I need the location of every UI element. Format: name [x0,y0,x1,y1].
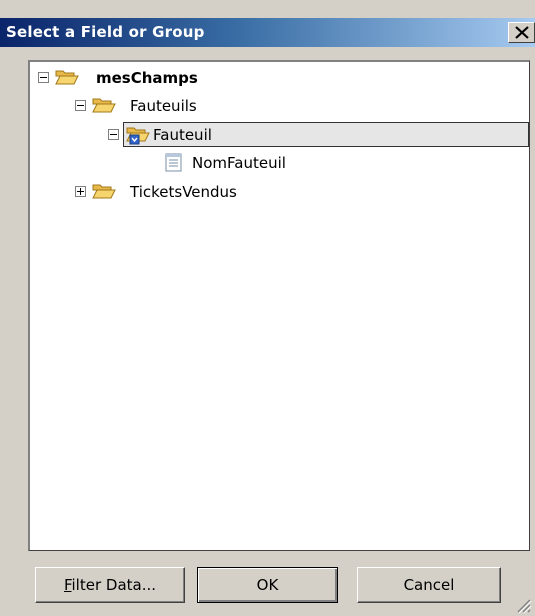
resize-grip-icon[interactable] [510,594,532,614]
tree-label: NomFauteuil [192,154,286,172]
cancel-button[interactable]: Cancel [357,567,501,603]
title-bar: Select a Field or Group [0,18,535,47]
tree-label: Fauteuil [153,126,212,144]
filter-data-button[interactable]: Filter Data... [35,567,185,603]
folder-open-icon [55,70,79,85]
ok-label: OK [256,576,279,594]
cancel-label: Cancel [403,576,455,594]
folder-open-icon [92,184,116,199]
tree-node-meschamps[interactable]: mesChamps [38,66,238,90]
tree-node-fauteuil[interactable]: Fauteuil [108,123,308,147]
filter-data-label: ilter Data... [71,576,157,594]
collapse-toggle-icon[interactable] [108,129,119,140]
close-button[interactable] [508,22,535,43]
repeating-group-icon [126,127,150,145]
filter-data-accesskey: F [63,576,72,594]
tree-label: TicketsVendus [130,183,237,201]
tree-node-ticketsvendus[interactable]: TicketsVendus [75,180,295,204]
collapse-toggle-icon[interactable] [75,100,86,111]
tree-node-fauteuils[interactable]: Fauteuils [75,94,275,118]
tree-label: Fauteuils [130,97,197,115]
folder-open-icon [92,98,116,113]
tree-label: mesChamps [96,69,198,87]
tree-node-nomfauteuil[interactable]: NomFauteuil [164,151,364,175]
ok-button[interactable]: OK [197,567,338,603]
close-icon [515,26,529,39]
window-title: Select a Field or Group [6,23,205,41]
expand-toggle-icon[interactable] [75,186,86,197]
collapse-toggle-icon[interactable] [38,72,49,83]
field-icon [165,153,182,172]
